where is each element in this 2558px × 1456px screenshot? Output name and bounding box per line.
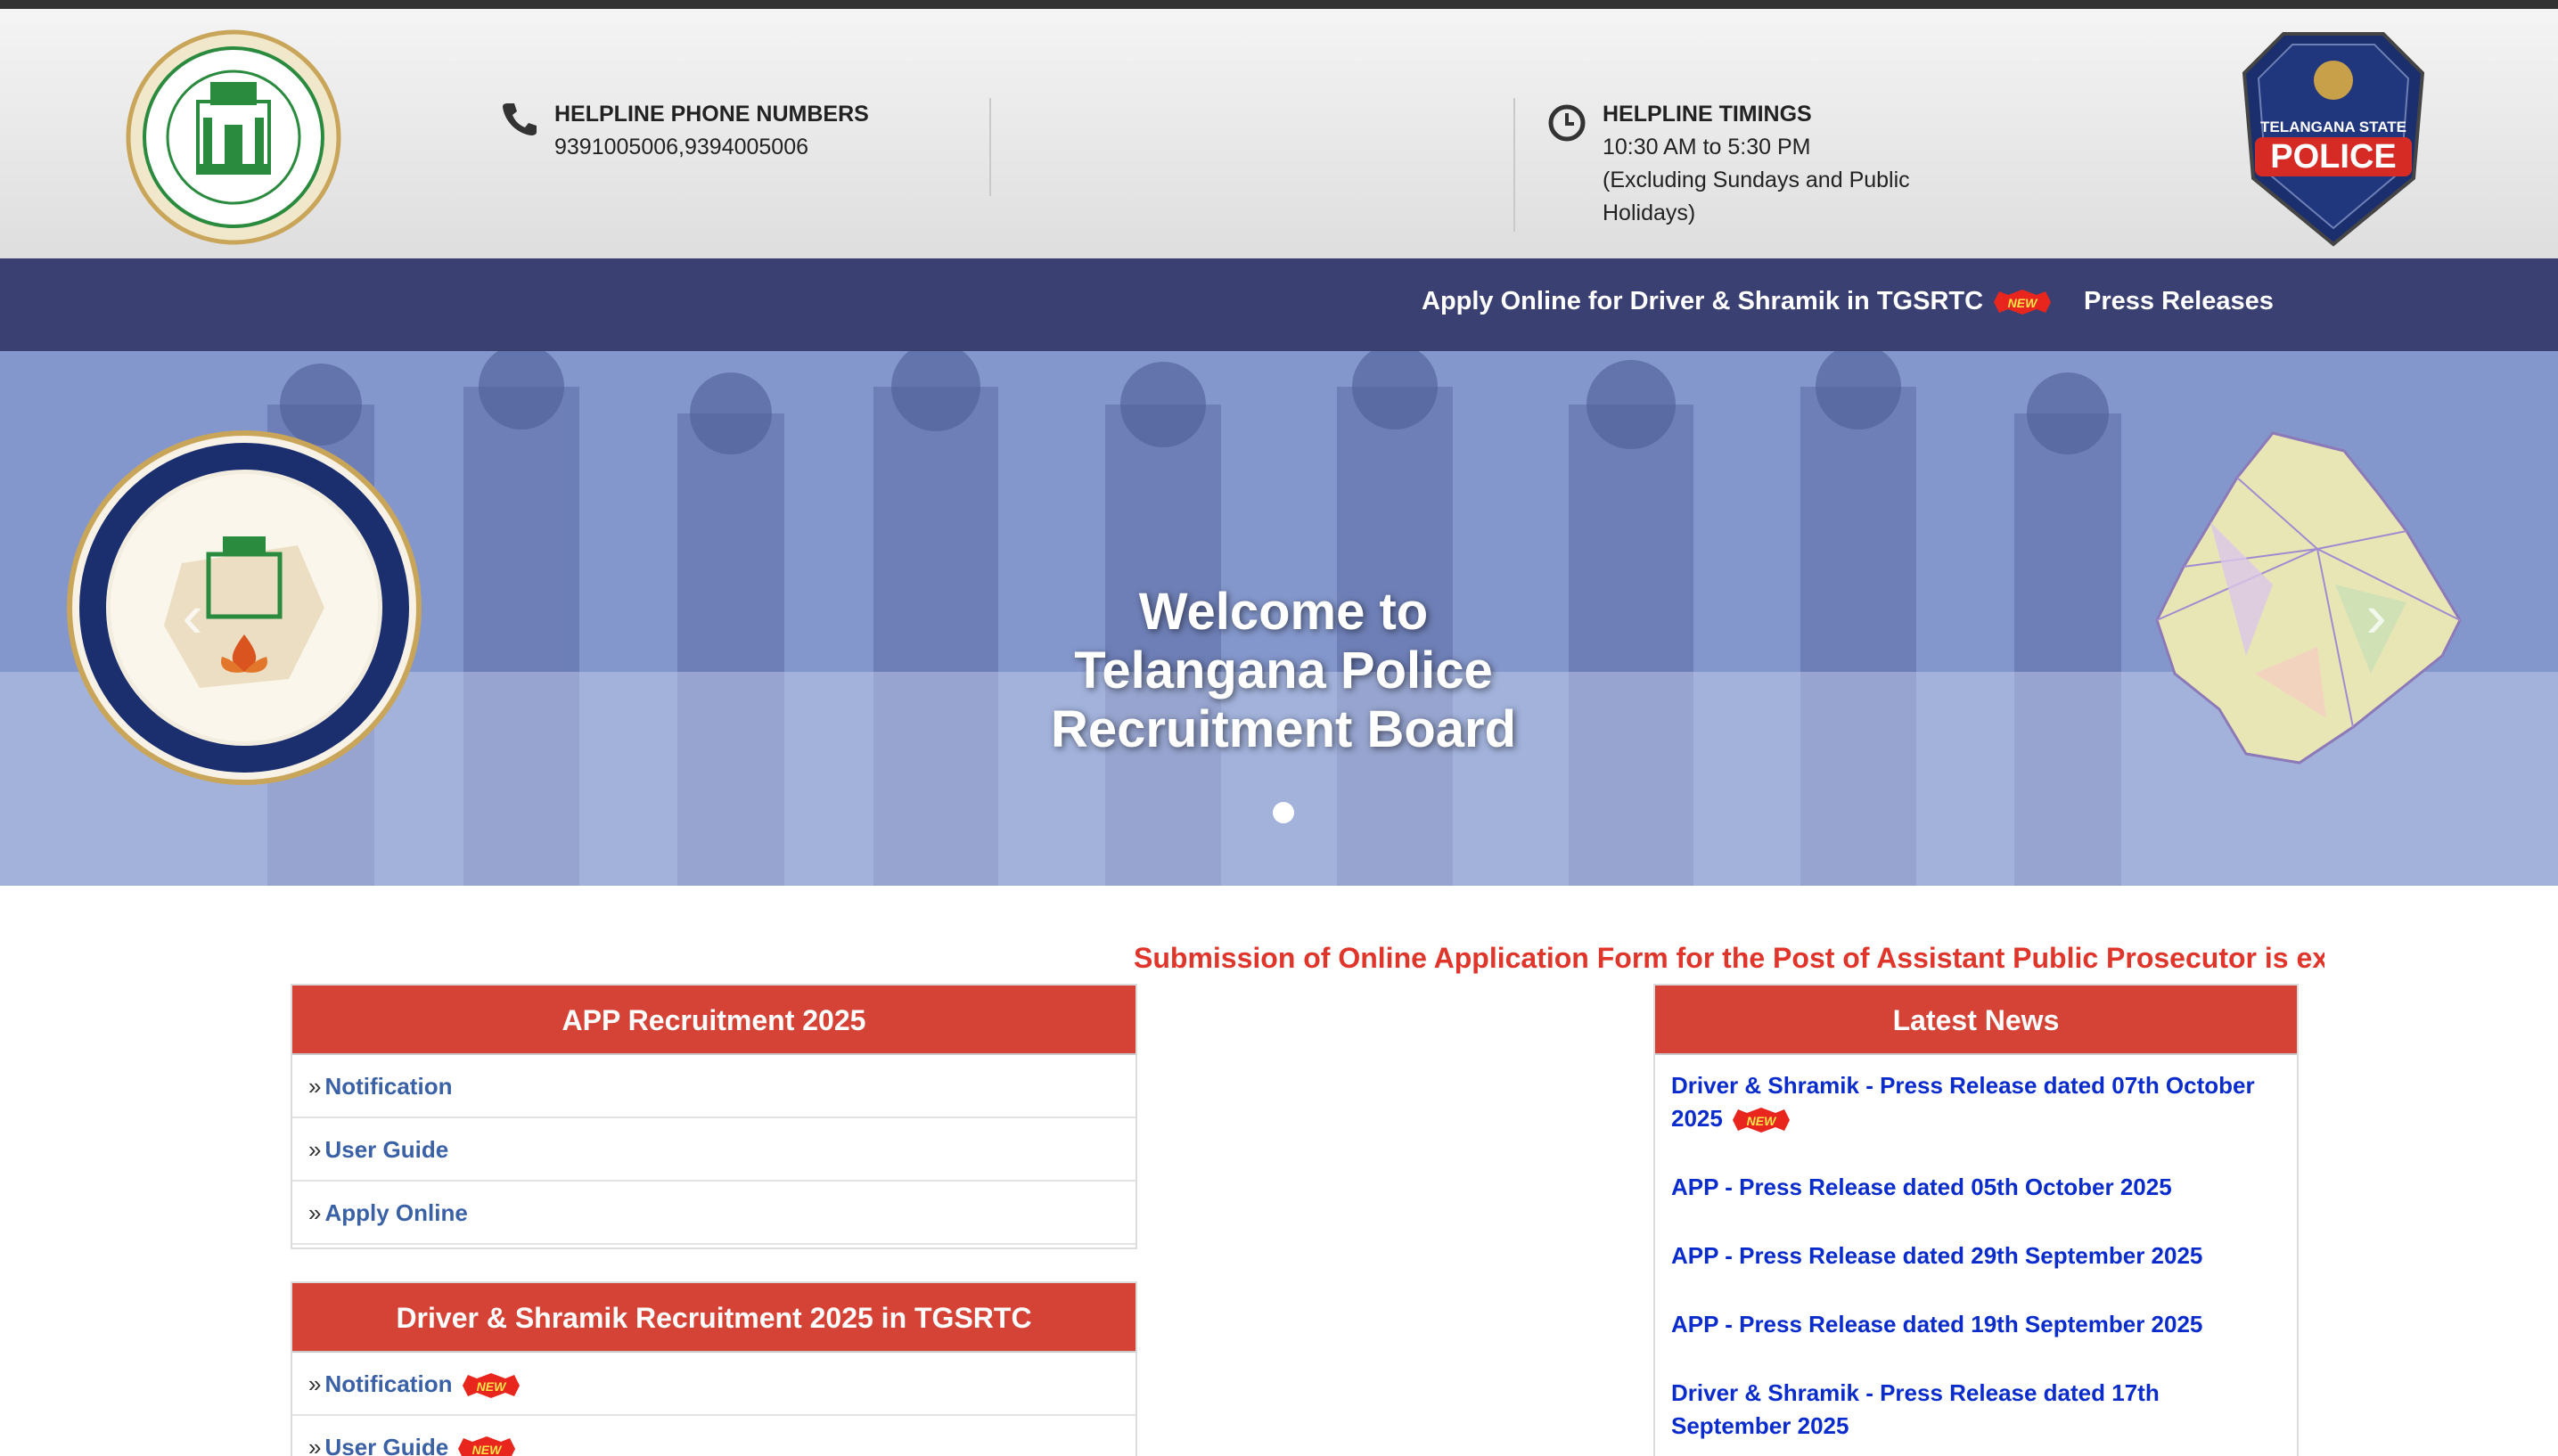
phone-icon — [503, 103, 537, 135]
app-recruitment-panel: APP Recruitment 2025 » Notification » User… — [291, 984, 1137, 1249]
driver-shramik-title: Driver & Shramik Recruitment 2025 in TGS… — [292, 1283, 1136, 1353]
announcement-marquee[interactable]: Submission of Online Application Form fo… — [1134, 936, 2324, 980]
helpline-phone: HELPLINE PHONE NUMBERS 9391005006,939400… — [554, 98, 869, 164]
helpline-timings-note: (Excluding Sundays and Public Holidays) — [1603, 168, 1910, 225]
helpline-phone-title: HELPLINE PHONE NUMBERS — [554, 102, 869, 127]
new-badge-icon: NEW — [1994, 290, 2052, 315]
recruitment-board-seal — [67, 430, 422, 785]
header-divider — [989, 98, 991, 196]
helpline-phone-numbers: 9391005006,9394005006 — [554, 135, 809, 160]
helpline-timings-title: HELPLINE TIMINGS — [1603, 102, 1812, 127]
hero-carousel: ‹ › Welcome to Telangana Police Recruitm… — [0, 351, 2558, 886]
new-badge-icon: NEW — [1733, 1108, 1791, 1133]
app-recruitment-title: APP Recruitment 2025 — [292, 986, 1136, 1055]
header-divider — [1513, 98, 1515, 232]
telangana-state-police-badge: TELANGANA STATE POLICE — [2242, 32, 2425, 247]
new-badge-icon: NEW — [462, 1373, 520, 1399]
helpline-timings-hours: 10:30 AM to 5:30 PM — [1603, 135, 1811, 160]
svg-text:NEW: NEW — [476, 1379, 506, 1394]
app-notification-link[interactable]: » Notification — [292, 1055, 1136, 1118]
app-user-guide-link[interactable]: » User Guide — [292, 1118, 1136, 1182]
latest-news-title: Latest News — [1655, 986, 2297, 1055]
latest-news-panel: Latest News Driver & Shramik - Press Rel… — [1653, 984, 2299, 1456]
banner-title-line: Recruitment Board — [1050, 700, 1517, 758]
driver-shramik-panel: Driver & Shramik Recruitment 2025 in TGS… — [291, 1281, 1137, 1456]
banner-title: Welcome to Telangana Police Recruitment … — [927, 583, 1640, 759]
nav-apply-online-label: Apply Online for Driver & Shramik in TGS… — [1422, 287, 1984, 315]
news-item[interactable]: APP - Press Release dated 29th September… — [1655, 1239, 2297, 1272]
nav-press-releases-link[interactable]: Press Releases — [2084, 287, 2274, 316]
banner-title-line: Welcome to — [1138, 583, 1429, 641]
driver-notification-link[interactable]: » Notification NEW — [292, 1353, 1136, 1416]
carousel-next-arrow[interactable]: › — [2349, 585, 2403, 647]
carousel-prev-arrow[interactable]: ‹ — [166, 585, 219, 647]
site-header: HELPLINE PHONE NUMBERS 9391005006,939400… — [0, 9, 2558, 258]
police-badge-text: POLICE — [2270, 138, 2396, 176]
clock-icon — [1548, 104, 1586, 142]
banner-title-line: Telangana Police — [1074, 642, 1493, 699]
news-item[interactable]: APP - Press Release dated 19th September… — [1655, 1308, 2297, 1341]
news-item[interactable]: APP - Press Release dated 05th October 2… — [1655, 1171, 2297, 1204]
government-of-telangana-emblem — [126, 29, 341, 245]
svg-text:NEW: NEW — [1747, 1114, 1777, 1128]
police-badge-state: TELANGANA STATE — [2260, 119, 2406, 135]
news-item[interactable]: Driver & Shramik - Press Release dated 1… — [1655, 1377, 2297, 1443]
nav-apply-online-link[interactable]: Apply Online for Driver & Shramik in TGS… — [1422, 287, 2054, 316]
driver-user-guide-link[interactable]: » User Guide NEW — [292, 1416, 1136, 1456]
helpline-timings: HELPLINE TIMINGS 10:30 AM to 5:30 PM (Ex… — [1603, 98, 1977, 230]
telangana-map — [2155, 431, 2462, 765]
new-badge-icon: NEW — [458, 1436, 516, 1456]
svg-text:NEW: NEW — [472, 1443, 503, 1456]
svg-text:NEW: NEW — [2008, 296, 2038, 310]
app-apply-online-link[interactable]: » Apply Online — [292, 1182, 1136, 1245]
top-strip — [0, 0, 2558, 9]
carousel-dot-active[interactable] — [1273, 802, 1294, 823]
news-item[interactable]: Driver & Shramik - Press Release dated 0… — [1655, 1069, 2297, 1135]
top-nav: Apply Online for Driver & Shramik in TGS… — [0, 258, 2558, 351]
